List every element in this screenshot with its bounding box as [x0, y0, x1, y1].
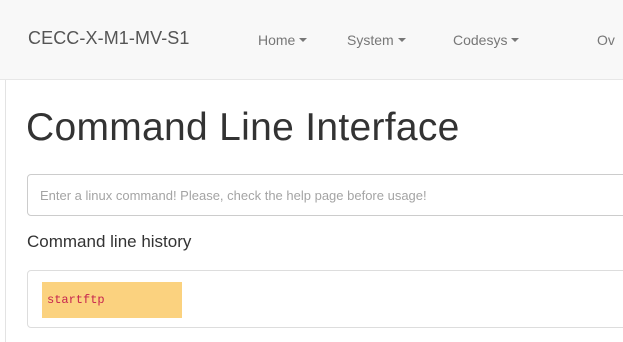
nav-item-label: Codesys — [453, 32, 508, 48]
nav-item-label: System — [347, 32, 394, 48]
nav-item-system[interactable]: System — [347, 32, 406, 48]
page-title: Command Line Interface — [26, 106, 460, 149]
page: CECC-X-M1-MV-S1 Home System Codesys Ov C… — [0, 0, 623, 342]
navbar: CECC-X-M1-MV-S1 Home System Codesys Ov — [0, 0, 623, 80]
nav-item-home[interactable]: Home — [258, 32, 308, 48]
history-item[interactable]: startftp — [42, 282, 182, 318]
history-label: Command line history — [27, 232, 192, 251]
caret-down-icon — [397, 38, 406, 43]
caret-down-icon — [511, 38, 520, 43]
nav-item-codesys[interactable]: Codesys — [453, 32, 520, 48]
caret-down-icon — [299, 38, 308, 43]
nav-item-label: Home — [258, 32, 296, 48]
page-border — [5, 80, 6, 342]
nav-item-overview[interactable]: Ov — [597, 32, 615, 48]
command-input[interactable] — [27, 174, 623, 216]
nav-item-label: Ov — [597, 32, 615, 48]
brand-link[interactable]: CECC-X-M1-MV-S1 — [28, 28, 190, 49]
history-panel: startftp — [27, 270, 623, 328]
